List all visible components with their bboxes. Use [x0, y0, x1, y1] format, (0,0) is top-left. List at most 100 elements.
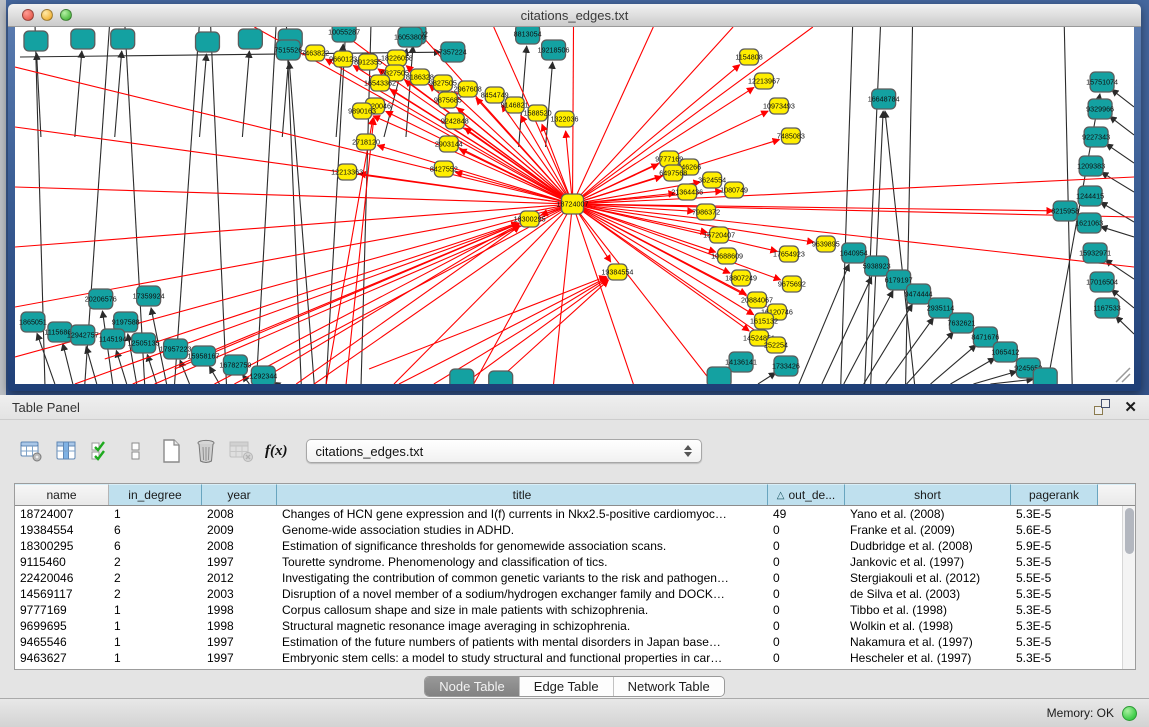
- network-node[interactable]: 1292344: [249, 366, 277, 384]
- cell-pagerank[interactable]: 5.3E-5: [1011, 619, 1098, 633]
- network-node[interactable]: [24, 31, 48, 51]
- tab-node-table[interactable]: Node Table: [425, 677, 519, 696]
- network-node[interactable]: 1865051: [19, 312, 47, 332]
- new-table-icon[interactable]: [158, 438, 184, 464]
- table-settings-icon[interactable]: [18, 438, 44, 464]
- network-node[interactable]: 1621063: [1075, 213, 1103, 233]
- network-node[interactable]: 18724007: [557, 194, 589, 214]
- network-node[interactable]: 10055287: [328, 27, 360, 42]
- network-node[interactable]: 15932971: [1079, 243, 1111, 263]
- table-row[interactable]: 2242004622012Investigating the contribut…: [15, 570, 1122, 586]
- network-node[interactable]: 1640954: [840, 243, 868, 263]
- network-node[interactable]: 17359924: [133, 286, 165, 306]
- network-node[interactable]: 16648784: [868, 89, 900, 109]
- cell-short[interactable]: Yano et al. (2008): [845, 507, 1011, 521]
- cell-year[interactable]: 1997: [202, 651, 277, 665]
- network-window[interactable]: citations_edges.txt 18724007746382296601…: [8, 4, 1141, 391]
- network-node[interactable]: 1167533: [1093, 298, 1120, 318]
- network-graph[interactable]: 1872400774638229660123891235518226058932…: [15, 27, 1134, 384]
- cell-title[interactable]: Embryonic stem cells: a model to study s…: [277, 651, 768, 665]
- cell-out_de[interactable]: 0: [768, 619, 845, 633]
- cell-year[interactable]: 2012: [202, 571, 277, 585]
- table-row[interactable]: 911546021997Tourette syndrome. Phenomeno…: [15, 554, 1122, 570]
- cell-out_de[interactable]: 0: [768, 539, 845, 553]
- network-node[interactable]: 12213967: [748, 73, 780, 89]
- cell-out_de[interactable]: 0: [768, 523, 845, 537]
- network-node[interactable]: 10688609: [711, 248, 743, 264]
- cell-name[interactable]: 9463627: [15, 651, 109, 665]
- network-node[interactable]: 20206576: [85, 289, 117, 309]
- cell-name[interactable]: 14569117: [15, 587, 109, 601]
- cell-out_de[interactable]: 0: [768, 651, 845, 665]
- network-node[interactable]: 2903144: [435, 136, 463, 152]
- network-node[interactable]: 7357224: [439, 42, 467, 62]
- canvas-resize-grip[interactable]: [1116, 368, 1130, 382]
- cell-out_de[interactable]: 0: [768, 603, 845, 617]
- network-node[interactable]: [1033, 368, 1057, 384]
- cell-short[interactable]: Franke et al. (2009): [845, 523, 1011, 537]
- column-header-name[interactable]: name: [15, 484, 109, 505]
- clear-column-selection-icon[interactable]: [123, 438, 149, 464]
- network-node[interactable]: 7515526: [274, 40, 302, 60]
- cell-name[interactable]: 22420046: [15, 571, 109, 585]
- network-node[interactable]: 1065412: [991, 342, 1019, 362]
- network-node[interactable]: 1733426: [772, 356, 800, 376]
- cell-year[interactable]: 1997: [202, 635, 277, 649]
- network-node[interactable]: [71, 29, 95, 49]
- delete-columns-icon[interactable]: [193, 438, 219, 464]
- cell-title[interactable]: Disruption of a novel member of a sodium…: [277, 587, 768, 601]
- network-canvas[interactable]: 1872400774638229660123891235518226058932…: [15, 27, 1134, 384]
- network-node[interactable]: 1145194: [99, 329, 126, 349]
- cell-out_de[interactable]: 49: [768, 507, 845, 521]
- network-node[interactable]: [111, 29, 135, 49]
- cell-year[interactable]: 2008: [202, 539, 277, 553]
- float-panel-icon[interactable]: [1094, 399, 1110, 415]
- cell-pagerank[interactable]: 5.3E-5: [1011, 587, 1098, 601]
- cell-pagerank[interactable]: 5.3E-5: [1011, 651, 1098, 665]
- table-select-dropdown[interactable]: citations_edges.txt: [306, 439, 702, 463]
- tab-network-table[interactable]: Network Table: [613, 677, 724, 696]
- network-node[interactable]: 7463822: [301, 45, 329, 61]
- minimize-window-button[interactable]: [41, 9, 53, 21]
- network-node[interactable]: 7485083: [777, 128, 805, 144]
- cell-in_degree[interactable]: 1: [109, 507, 202, 521]
- network-node[interactable]: [238, 29, 262, 49]
- network-node[interactable]: 9639895: [812, 236, 840, 252]
- cell-title[interactable]: Tourette syndrome. Phenomenology and cla…: [277, 555, 768, 569]
- table-row[interactable]: 977716911998Corpus callosum shape and si…: [15, 602, 1122, 618]
- network-node[interactable]: 1244415: [1076, 186, 1104, 206]
- network-node[interactable]: [489, 371, 513, 384]
- network-node[interactable]: 15751074: [1086, 72, 1118, 92]
- cell-short[interactable]: Stergiakouli et al. (2012): [845, 571, 1011, 585]
- cell-pagerank[interactable]: 5.6E-5: [1011, 523, 1098, 537]
- table-row[interactable]: 946554611997Estimation of the future num…: [15, 634, 1122, 650]
- select-all-columns-icon[interactable]: [88, 438, 114, 464]
- cell-pagerank[interactable]: 5.5E-5: [1011, 571, 1098, 585]
- cell-pagerank[interactable]: 5.3E-5: [1011, 555, 1098, 569]
- cell-year[interactable]: 1998: [202, 619, 277, 633]
- network-node[interactable]: 9329966: [1086, 99, 1114, 119]
- cell-short[interactable]: Wolkin et al. (1998): [845, 619, 1011, 633]
- cell-name[interactable]: 9777169: [15, 603, 109, 617]
- cell-out_de[interactable]: 0: [768, 555, 845, 569]
- network-node[interactable]: 252254: [764, 337, 788, 353]
- network-node[interactable]: 15958167: [188, 346, 220, 366]
- cell-short[interactable]: Dudbridge et al. (2008): [845, 539, 1011, 553]
- network-node[interactable]: 1322036: [551, 111, 579, 127]
- cell-name[interactable]: 18724007: [15, 507, 109, 521]
- table-scrollbar-thumb[interactable]: [1125, 508, 1134, 554]
- network-node[interactable]: 18807249: [725, 270, 757, 286]
- network-node[interactable]: [196, 32, 220, 52]
- network-node[interactable]: 17016504: [1086, 272, 1118, 292]
- cell-short[interactable]: Tibbo et al. (1998): [845, 603, 1011, 617]
- cell-year[interactable]: 1998: [202, 603, 277, 617]
- network-node[interactable]: 17654923: [773, 246, 805, 262]
- cell-name[interactable]: 19384554: [15, 523, 109, 537]
- network-node[interactable]: 19218506: [538, 40, 570, 60]
- column-header-pagerank[interactable]: pagerank: [1011, 484, 1098, 505]
- memory-status-indicator[interactable]: [1122, 706, 1137, 721]
- network-node[interactable]: 12213363: [331, 164, 363, 180]
- network-node[interactable]: 2718120: [352, 134, 380, 150]
- cell-short[interactable]: Hescheler et al. (1997): [845, 651, 1011, 665]
- cell-in_degree[interactable]: 2: [109, 587, 202, 601]
